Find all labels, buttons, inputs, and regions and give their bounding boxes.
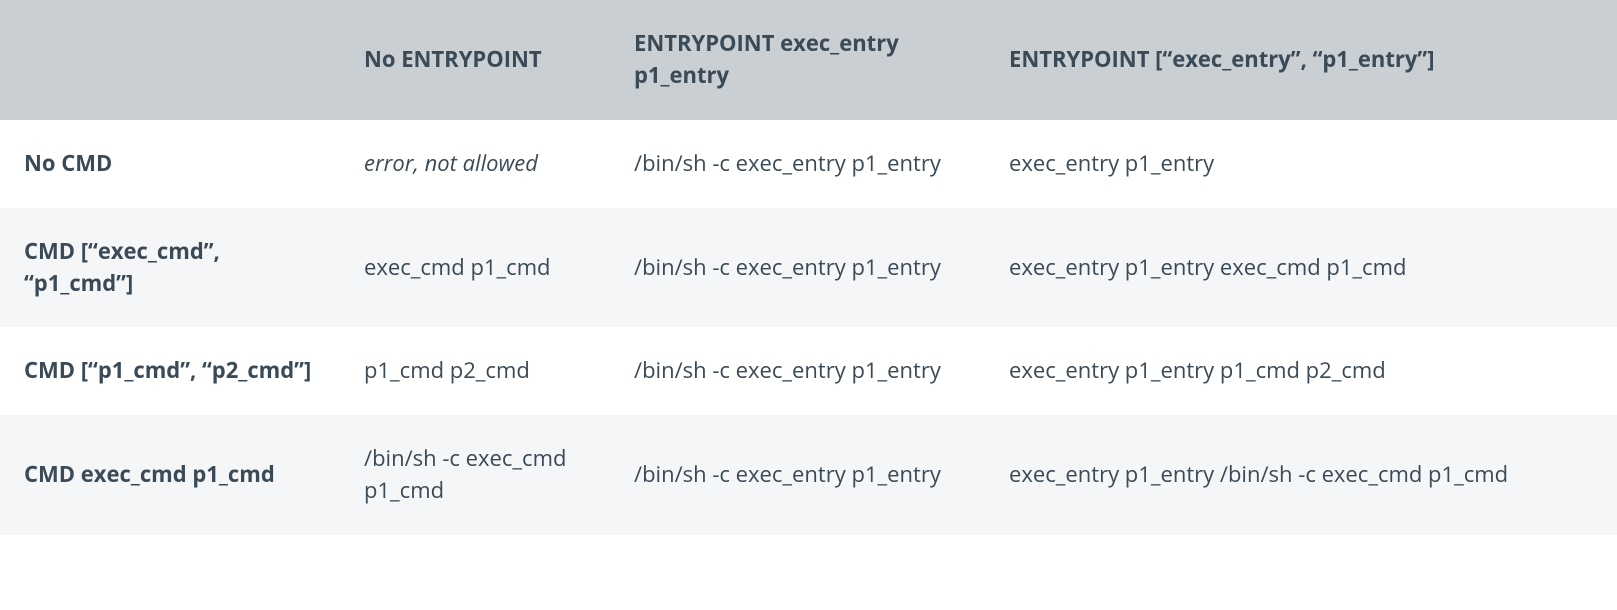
table-cell: /bin/sh -c exec_entry p1_entry xyxy=(610,208,985,328)
table-row: CMD exec_cmd p1_cmd /bin/sh -c exec_cmd … xyxy=(0,415,1617,535)
header-no-entrypoint: No ENTRYPOINT xyxy=(340,0,610,120)
table-cell: /bin/sh -c exec_entry p1_entry xyxy=(610,415,985,535)
table-header-row: No ENTRYPOINT ENTRYPOINT exec_entry p1_e… xyxy=(0,0,1617,120)
table-row: CMD [“exec_cmd”, “p1_cmd”] exec_cmd p1_c… xyxy=(0,208,1617,328)
table-cell: exec_entry p1_entry /bin/sh -c exec_cmd … xyxy=(985,415,1617,535)
row-label: CMD [“p1_cmd”, “p2_cmd”] xyxy=(0,327,340,415)
table-row: No CMD error, not allowed /bin/sh -c exe… xyxy=(0,120,1617,208)
table-cell: exec_cmd p1_cmd xyxy=(340,208,610,328)
header-blank xyxy=(0,0,340,120)
table-cell: error, not allowed xyxy=(340,120,610,208)
cmd-entrypoint-table: No ENTRYPOINT ENTRYPOINT exec_entry p1_e… xyxy=(0,0,1617,535)
table-cell: exec_entry p1_entry xyxy=(985,120,1617,208)
table-cell: exec_entry p1_entry exec_cmd p1_cmd xyxy=(985,208,1617,328)
table-body: No CMD error, not allowed /bin/sh -c exe… xyxy=(0,120,1617,535)
table-row: CMD [“p1_cmd”, “p2_cmd”] p1_cmd p2_cmd /… xyxy=(0,327,1617,415)
cell-text: error, not allowed xyxy=(364,148,538,178)
table-cell: p1_cmd p2_cmd xyxy=(340,327,610,415)
row-label: No CMD xyxy=(0,120,340,208)
header-entrypoint-shell: ENTRYPOINT exec_entry p1_entry xyxy=(610,0,985,120)
table-cell: /bin/sh -c exec_entry p1_entry xyxy=(610,120,985,208)
table-cell: /bin/sh -c exec_entry p1_entry xyxy=(610,327,985,415)
table-cell: exec_entry p1_entry p1_cmd p2_cmd xyxy=(985,327,1617,415)
header-entrypoint-exec: ENTRYPOINT [“exec_entry”, “p1_entry”] xyxy=(985,0,1617,120)
row-label: CMD [“exec_cmd”, “p1_cmd”] xyxy=(0,208,340,328)
table-cell: /bin/sh -c exec_cmd p1_cmd xyxy=(340,415,610,535)
row-label: CMD exec_cmd p1_cmd xyxy=(0,415,340,535)
